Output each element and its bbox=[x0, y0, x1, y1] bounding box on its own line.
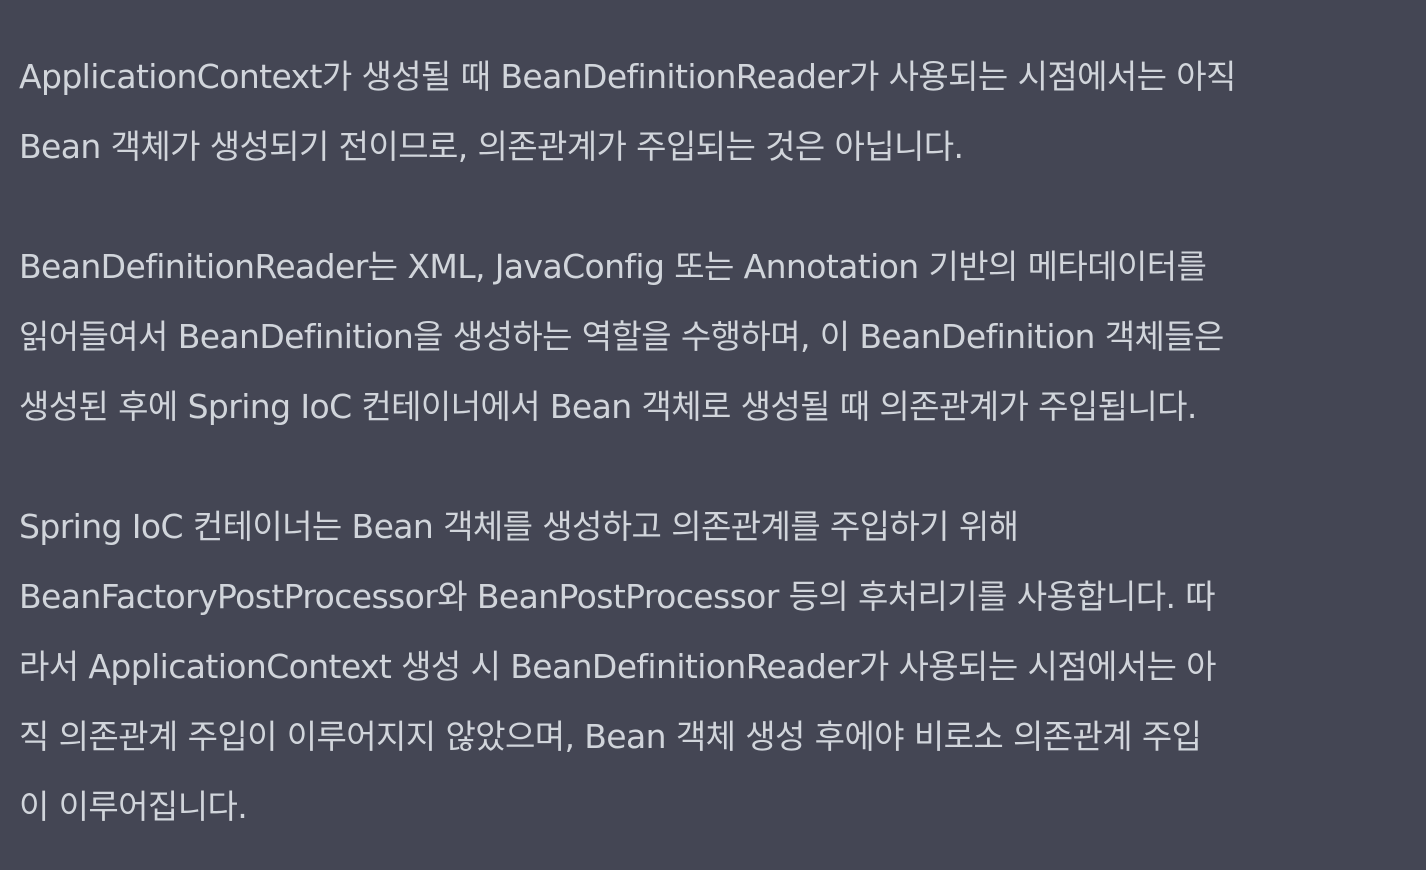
message-paragraph-2: BeanDefinitionReader는 XML, JavaConfig 또는… bbox=[19, 232, 1414, 442]
assistant-message: ApplicationContext가 생성될 때 BeanDefinition… bbox=[19, 42, 1414, 842]
message-line: BeanFactoryPostProcessor와 BeanPostProces… bbox=[19, 577, 1216, 616]
message-line: ApplicationContext가 생성될 때 BeanDefinition… bbox=[19, 57, 1236, 96]
message-line: 라서 ApplicationContext 생성 시 BeanDefinitio… bbox=[19, 647, 1217, 686]
message-paragraph-1: ApplicationContext가 생성될 때 BeanDefinition… bbox=[19, 42, 1414, 182]
message-line: 읽어들여서 BeanDefinition을 생성하는 역할을 수행하며, 이 B… bbox=[19, 317, 1224, 356]
message-paragraph-3: Spring IoC 컨테이너는 Bean 객체를 생성하고 의존관계를 주입하… bbox=[19, 492, 1414, 842]
message-line: 이 이루어집니다. bbox=[19, 787, 248, 826]
message-line: BeanDefinitionReader는 XML, JavaConfig 또는… bbox=[19, 247, 1207, 286]
message-line: 생성된 후에 Spring IoC 컨테이너에서 Bean 객체로 생성될 때 … bbox=[19, 387, 1197, 426]
message-line: 직 의존관계 주입이 이루어지지 않았으며, Bean 객체 생성 후에야 비로… bbox=[19, 717, 1202, 756]
message-line: Spring IoC 컨테이너는 Bean 객체를 생성하고 의존관계를 주입하… bbox=[19, 507, 1019, 546]
message-line: Bean 객체가 생성되기 전이므로, 의존관계가 주입되는 것은 아닙니다. bbox=[19, 127, 964, 166]
